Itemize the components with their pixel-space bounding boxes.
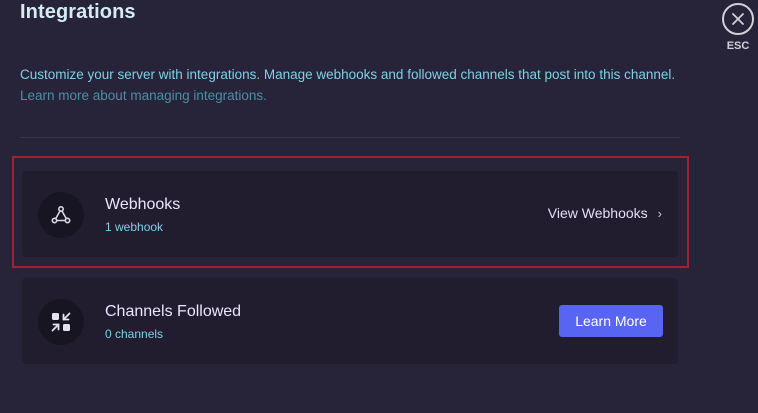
channel-follow-icon bbox=[51, 312, 71, 332]
divider bbox=[20, 137, 680, 138]
integrations-page: Integrations ESC Customize your server w… bbox=[0, 0, 758, 413]
description-text: Customize your server with integrations.… bbox=[20, 67, 676, 82]
learn-more-button[interactable]: Learn More bbox=[559, 305, 663, 337]
channels-followed-card: Channels Followed 0 channels Learn More bbox=[22, 278, 678, 364]
close-button[interactable] bbox=[722, 3, 754, 35]
view-webhooks-button[interactable]: View Webhooks › bbox=[548, 205, 662, 221]
webhooks-card[interactable]: Webhooks 1 webhook View Webhooks › bbox=[22, 171, 678, 257]
close-icon bbox=[732, 13, 744, 25]
close-control: ESC bbox=[720, 3, 756, 52]
channels-followed-title: Channels Followed bbox=[105, 303, 242, 320]
channels-count: 0 channels bbox=[105, 327, 164, 341]
view-webhooks-label: View Webhooks bbox=[547, 205, 648, 221]
webhooks-title: Webhooks bbox=[105, 196, 181, 213]
webhooks-count: 1 webhook bbox=[105, 220, 164, 234]
page-title: Integrations bbox=[20, 1, 136, 23]
channel-follow-icon-container bbox=[38, 299, 84, 345]
esc-label: ESC bbox=[726, 40, 750, 52]
webhook-icon bbox=[51, 205, 71, 224]
chevron-right-icon: › bbox=[657, 205, 662, 221]
learn-more-link[interactable]: Learn more about managing integrations. bbox=[20, 88, 267, 103]
description: Customize your server with integrations.… bbox=[20, 64, 680, 106]
webhook-icon-container bbox=[38, 192, 84, 238]
